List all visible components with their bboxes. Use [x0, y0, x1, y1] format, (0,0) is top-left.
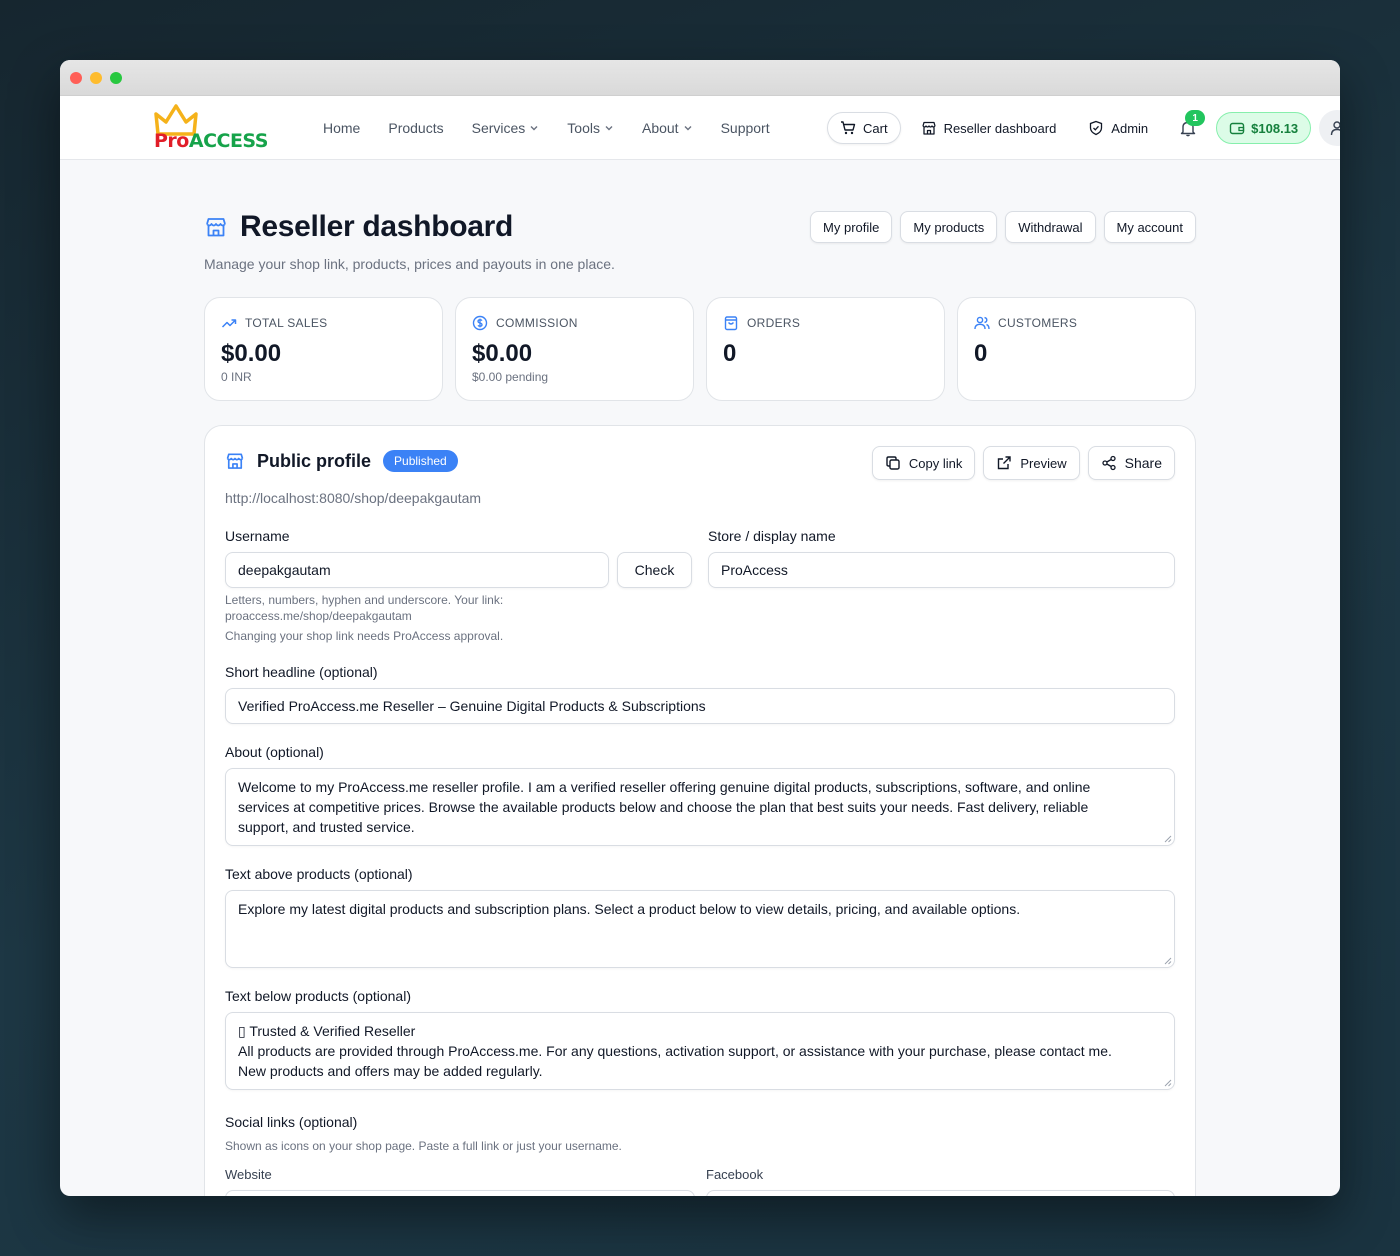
public-profile-card: Public profile Published Copy link Previ…: [204, 425, 1196, 1196]
profile-card-title: Public profile: [257, 450, 372, 471]
stat-note: 0 INR: [221, 370, 252, 384]
users-icon: [974, 316, 990, 330]
shop-url: http://localhost:8080/shop/deepakgautam: [225, 490, 482, 506]
nav-tools[interactable]: Tools: [567, 120, 614, 136]
copy-icon: [886, 456, 900, 470]
stat-card-commission: COMMISSION $0.00 $0.00 pending: [455, 297, 694, 401]
profile-card-header: Public profile Published: [225, 450, 458, 472]
store-icon: [226, 453, 244, 469]
proaccess-logo[interactable]: ProACCESS: [154, 104, 274, 152]
text-above-label: Text above products (optional): [225, 866, 413, 882]
social-links-label: Social links (optional): [225, 1114, 358, 1130]
page-subtitle: Manage your shop link, products, prices …: [204, 256, 615, 272]
cart-label: Cart: [863, 120, 888, 136]
window-titlebar: [60, 60, 1340, 96]
my-account-button[interactable]: My account: [1103, 211, 1196, 243]
store-name-input[interactable]: ProAccess: [708, 552, 1175, 588]
stat-value: 0: [974, 340, 988, 367]
shield-check-icon: [1090, 120, 1103, 136]
dollar-circle-icon: [472, 315, 488, 331]
website-label: Website: [225, 1167, 272, 1182]
nav-home[interactable]: Home: [323, 120, 360, 136]
store-icon: [206, 218, 226, 237]
preview-button[interactable]: Preview: [983, 446, 1080, 480]
nav-actions: Cart Reseller dashboard Admin 1 $108.13: [827, 96, 1340, 160]
website-input[interactable]: [225, 1190, 695, 1196]
resize-grip-icon[interactable]: [1164, 1079, 1172, 1087]
main-content: Reseller dashboard Manage your shop link…: [204, 210, 1196, 1196]
page-header: Reseller dashboard Manage your shop link…: [204, 210, 1196, 300]
external-link-icon: [998, 456, 1012, 470]
nav-products[interactable]: Products: [388, 120, 443, 136]
status-badge: Published: [383, 450, 458, 472]
store-icon: [921, 121, 936, 135]
headline-input[interactable]: Verified ProAccess.me Reseller – Genuine…: [225, 688, 1175, 724]
reseller-dashboard-link[interactable]: Reseller dashboard: [921, 120, 1056, 136]
share-button[interactable]: Share: [1087, 446, 1175, 480]
notification-count-badge: 1: [1185, 110, 1206, 126]
browser-window: ProACCESS Home Products Services Tools A…: [60, 60, 1340, 1196]
headline-label: Short headline (optional): [225, 664, 378, 680]
minimize-window-button[interactable]: [90, 71, 102, 84]
my-profile-button[interactable]: My profile: [810, 211, 893, 243]
username-label: Username: [225, 528, 290, 544]
stat-value: 0: [723, 340, 737, 367]
text-below-textarea[interactable]: ▯ Trusted & Verified Reseller All produc…: [225, 1012, 1175, 1090]
cart-icon: [841, 121, 856, 135]
user-menu-button[interactable]: [1319, 110, 1340, 146]
user-icon: [1330, 121, 1340, 136]
trending-up-icon: [221, 319, 237, 328]
shopping-bag-icon: [724, 316, 738, 331]
wallet-balance-button[interactable]: $108.13: [1216, 112, 1312, 144]
username-hint: Letters, numbers, hyphen and underscore.…: [225, 593, 504, 643]
page-title: Reseller dashboard: [204, 210, 513, 244]
logo-wordmark: ProACCESS: [154, 130, 268, 152]
check-username-button[interactable]: Check: [617, 552, 692, 588]
about-label: About (optional): [225, 744, 324, 760]
share-icon: [1101, 455, 1116, 471]
stat-value: $0.00: [472, 340, 533, 367]
resize-grip-icon[interactable]: [1164, 957, 1172, 965]
wallet-icon: [1229, 122, 1245, 135]
text-above-textarea[interactable]: Explore my latest digital products and s…: [225, 890, 1175, 968]
page-actions: My profile My products Withdrawal My acc…: [810, 211, 1196, 243]
my-products-button[interactable]: My products: [900, 211, 998, 243]
stat-card-customers: CUSTOMERS 0: [957, 297, 1196, 401]
resize-grip-icon[interactable]: [1164, 835, 1172, 843]
text-below-label: Text below products (optional): [225, 988, 411, 1004]
social-links-hint: Shown as icons on your shop page. Paste …: [225, 1139, 622, 1153]
admin-link[interactable]: Admin: [1088, 120, 1148, 136]
about-textarea[interactable]: Welcome to my ProAccess.me reseller prof…: [225, 768, 1175, 846]
withdrawal-button[interactable]: Withdrawal: [1005, 211, 1096, 243]
store-name-label: Store / display name: [708, 528, 836, 544]
nav-services[interactable]: Services: [472, 120, 540, 136]
chevron-down-icon: [684, 126, 692, 131]
stat-note: $0.00 pending: [472, 370, 549, 384]
top-navbar: ProACCESS Home Products Services Tools A…: [60, 96, 1340, 160]
stat-card-orders: ORDERS 0: [706, 297, 945, 401]
maximize-window-button[interactable]: [110, 71, 122, 84]
main-nav: Home Products Services Tools About Suppo…: [323, 96, 798, 160]
cart-button[interactable]: Cart: [827, 112, 901, 144]
chevron-down-icon: [605, 126, 613, 131]
chevron-down-icon: [530, 126, 538, 131]
facebook-label: Facebook: [706, 1167, 764, 1182]
notifications-button[interactable]: 1: [1178, 110, 1206, 138]
nav-about[interactable]: About: [642, 120, 693, 136]
username-input[interactable]: deepakgautam: [225, 552, 609, 588]
close-window-button[interactable]: [70, 71, 82, 84]
stats-row: TOTAL SALES $0.00 0 INR COMMISSION $0.00…: [204, 297, 1196, 401]
stat-card-total-sales: TOTAL SALES $0.00 0 INR: [204, 297, 443, 401]
stat-value: $0.00: [221, 340, 282, 367]
copy-link-button[interactable]: Copy link: [871, 446, 976, 480]
nav-support[interactable]: Support: [721, 120, 770, 136]
profile-card-actions: Copy link Preview Share: [871, 446, 1175, 480]
facebook-input[interactable]: [706, 1190, 1175, 1196]
